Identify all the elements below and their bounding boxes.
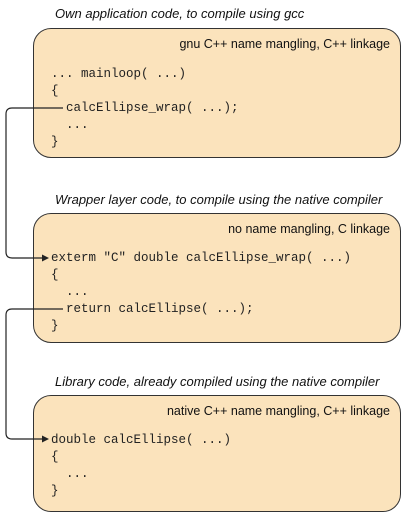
- wrapper-code-box: no name mangling, C linkage: [33, 213, 401, 343]
- caption-application-code: Own application code, to compile using g…: [55, 6, 305, 21]
- code-line: {: [51, 450, 59, 464]
- wrapper-linkage-title: no name mangling, C linkage: [228, 222, 390, 236]
- code-line: ...: [51, 467, 89, 481]
- code-line: }: [51, 319, 59, 333]
- code-line-library-decl: double calcEllipse( ...): [51, 433, 232, 447]
- code-line: {: [51, 268, 59, 282]
- caption-wrapper-code: Wrapper layer code, to compile using the…: [55, 192, 383, 207]
- application-linkage-title: gnu C++ name mangling, C++ linkage: [179, 37, 390, 51]
- application-code-box: gnu C++ name mangling, C++ linkage: [33, 28, 401, 158]
- code-line-return-call: return calcEllipse( ...);: [51, 302, 254, 316]
- code-line: ...: [51, 285, 89, 299]
- code-line-call-wrap: calcEllipse_wrap( ...);: [51, 101, 239, 115]
- code-line: ...: [51, 118, 89, 132]
- code-line-wrap-decl: exterm "C" double calcEllipse_wrap( ...): [51, 251, 352, 265]
- library-code-box: native C++ name mangling, C++ linkage: [33, 395, 401, 512]
- caption-library-code: Library code, already compiled using the…: [55, 374, 380, 389]
- code-line: {: [51, 84, 59, 98]
- code-line: }: [51, 484, 59, 498]
- library-linkage-title: native C++ name mangling, C++ linkage: [166, 404, 390, 418]
- code-line: ... mainloop( ...): [51, 67, 187, 81]
- code-line: }: [51, 135, 59, 149]
